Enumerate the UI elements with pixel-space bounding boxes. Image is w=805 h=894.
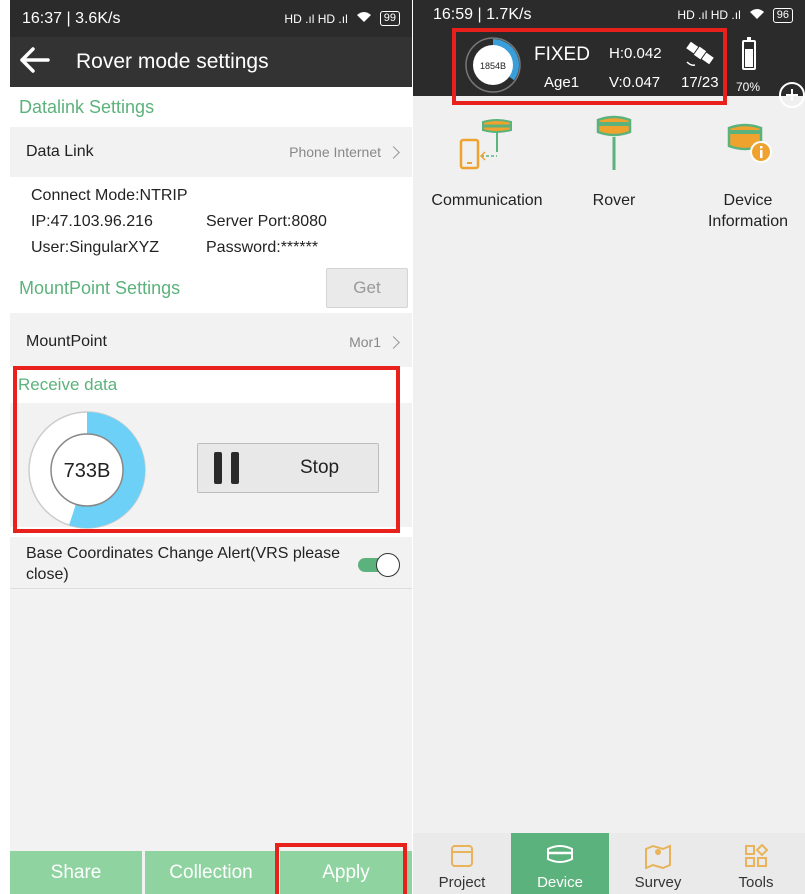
tools-icon [745,843,769,867]
battery-icon: 96 [772,7,793,23]
mountpoint-row[interactable]: MountPoint Mor1 [10,317,412,367]
apply-highlight [275,843,407,894]
communication-icon [459,119,512,170]
gnss-status-highlight [452,28,727,105]
bottom-tab-bar: Project Device Survey Tools [413,833,805,894]
coordinate-alert-toggle[interactable] [358,553,400,577]
device-icon [547,845,573,863]
device-information-tile[interactable]: Device Information [693,122,803,232]
data-link-value: Phone Internet [289,144,381,160]
connect-mode: Connect Mode:NTRIP [31,187,188,204]
connection-info: Connect Mode:NTRIP IP:47.103.96.216 Serve… [10,177,412,263]
battery-icon: 99 [379,11,400,26]
data-link-row[interactable]: Data Link Phone Internet [10,127,412,177]
tab-survey[interactable]: Survey [609,833,707,894]
back-arrow-icon[interactable] [20,47,54,77]
user-name: User:SingularXYZ [31,239,160,256]
page-title: Rover mode settings [76,50,269,73]
screenshot: 16:37 | 3.6K/s HD .ıl HD .ıl 99 Rover mo… [0,0,805,894]
mountpoint-section: MountPoint Settings Get [10,263,412,313]
device-information-icon [727,123,772,163]
rover-tile[interactable]: Rover [569,114,659,211]
device-information-label: Device Information [707,192,789,230]
signal-icon: HD .ıl HD .ıl [677,8,741,22]
receive-data-highlight [13,366,400,533]
wifi-icon [356,11,372,26]
communication-tile[interactable]: Communication [419,118,555,211]
wifi-icon [749,8,765,23]
rover-icon [596,115,632,170]
app-bar: Rover mode settings [10,37,412,87]
tab-tools[interactable]: Tools [707,833,805,894]
status-bar: 16:37 | 3.6K/s HD .ıl HD .ıl 99 [10,0,412,37]
data-link-label: Data Link [26,143,94,160]
mountpoint-value: Mor1 [349,334,381,350]
datalink-section-title: Datalink Settings [10,87,412,127]
coordinate-alert-label: Base Coordinates Change Alert(VRS please… [26,545,340,583]
survey-icon [645,844,671,869]
receiver-battery-icon [742,37,756,70]
tab-project[interactable]: Project [413,833,511,894]
password: Password:****** [206,239,319,256]
chevron-right-icon [387,335,400,349]
tab-device[interactable]: Device [511,833,609,894]
mountpoint-section-title: MountPoint Settings [19,277,181,298]
project-icon [451,845,473,867]
coordinate-alert-row: Base Coordinates Change Alert(VRS please… [10,537,412,589]
signal-icon: HD .ıl HD .ıl [284,11,348,26]
status-time: 16:59 | 1.7K/s [433,6,532,23]
device-screen: 16:59 | 1.7K/s HD .ıl HD .ıl 96 1854B FI… [413,0,805,894]
collection-button[interactable]: Collection [145,851,277,894]
status-bar: 16:59 | 1.7K/s HD .ıl HD .ıl 96 [413,0,805,30]
chevron-right-icon [387,145,400,159]
status-time: 16:37 | 3.6K/s [22,9,121,27]
communication-label: Communication [431,192,543,209]
mountpoint-label: MountPoint [26,333,107,350]
ip-address: IP:47.103.96.216 [31,213,153,230]
get-button[interactable]: Get [326,268,408,308]
server-port: Server Port:8080 [206,213,327,230]
share-button[interactable]: Share [10,851,142,894]
rover-label: Rover [592,192,636,209]
receiver-battery-percent: 70% [736,80,761,94]
add-icon[interactable] [779,82,805,108]
